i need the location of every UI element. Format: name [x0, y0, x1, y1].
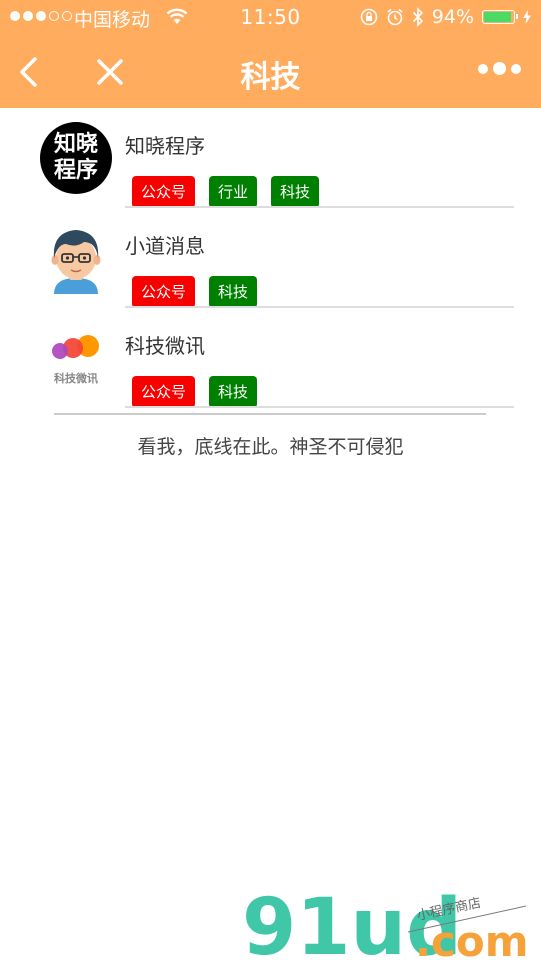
item-name: 小道消息 — [125, 234, 205, 258]
avatar-logo-text: 科技微讯 — [54, 372, 98, 385]
baseline-message: 看我，底线在此。神圣不可侵犯 — [137, 436, 404, 458]
list-item[interactable]: 科技微讯 科技微讯 公众号 科技 — [0, 308, 541, 408]
list-item[interactable]: 知晓程序 知晓程序 公众号 行业 科技 — [0, 108, 541, 208]
item-name: 知晓程序 — [125, 134, 205, 158]
status-bar: 中国移动 11:50 94% — [0, 0, 541, 34]
rotation-lock-icon — [360, 8, 378, 26]
account-list: 知晓程序 知晓程序 公众号 行业 科技 小道消息 公众号 科技 科技微讯 科技微… — [0, 108, 541, 408]
bluetooth-icon — [412, 7, 423, 27]
nav-bar: 科技 — [0, 34, 541, 108]
tag[interactable]: 行业 — [209, 176, 258, 208]
avatar-logo-text: 知晓程序 — [53, 132, 98, 183]
divider — [125, 406, 514, 408]
tag-group: 公众号 行业 科技 — [132, 176, 320, 208]
charging-icon — [523, 10, 531, 24]
battery-percent: 94% — [431, 6, 474, 28]
avatar — [40, 222, 112, 294]
tag[interactable]: 科技 — [271, 176, 320, 208]
tag[interactable]: 科技 — [209, 376, 258, 408]
more-button[interactable] — [478, 62, 521, 75]
watermark-domain-text: .com — [415, 917, 528, 960]
item-name: 科技微讯 — [125, 334, 205, 358]
tag-group: 公众号 科技 — [132, 276, 258, 308]
tag[interactable]: 公众号 — [132, 276, 196, 308]
tag[interactable]: 公众号 — [132, 176, 196, 208]
list-item[interactable]: 小道消息 公众号 科技 — [0, 208, 541, 308]
baseline-divider — [54, 413, 486, 415]
tag[interactable]: 公众号 — [132, 376, 196, 408]
header-bar: 中国移动 11:50 94% 科技 — [0, 0, 541, 108]
tag-group: 公众号 科技 — [132, 376, 258, 408]
alarm-icon — [387, 8, 403, 26]
tag[interactable]: 科技 — [209, 276, 258, 308]
watermark-logo: 91ud .com 小程序商店 — [242, 883, 528, 960]
battery-icon — [482, 10, 518, 24]
status-right-group: 94% — [360, 5, 531, 29]
page-title: 科技 — [240, 60, 301, 95]
